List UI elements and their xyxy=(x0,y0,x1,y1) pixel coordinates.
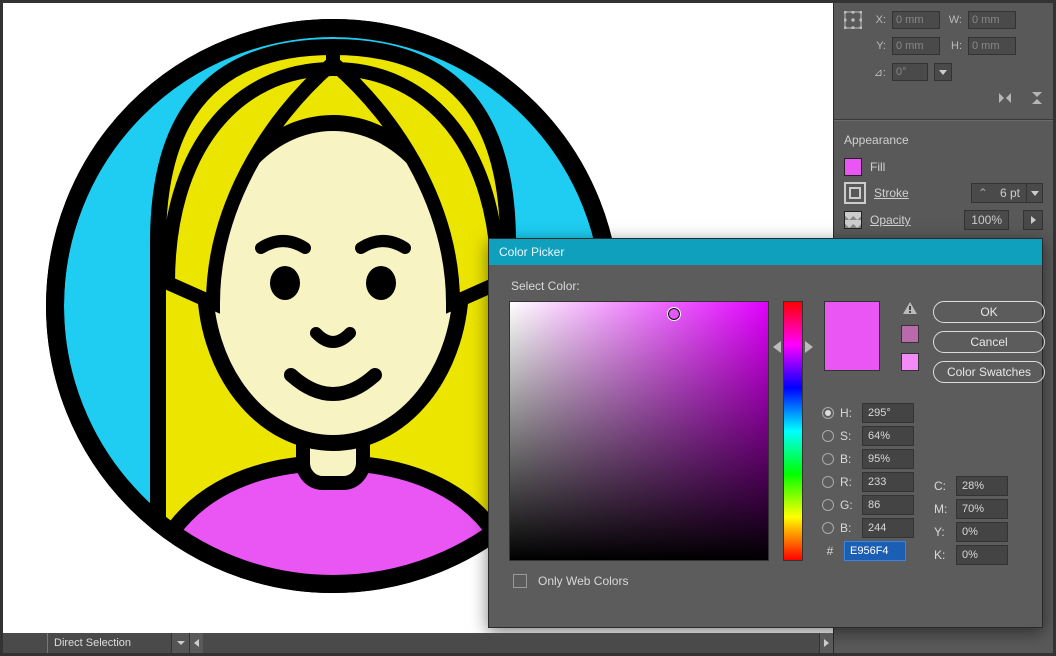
select-color-label: Select Color: xyxy=(511,279,1028,293)
gamut-warning-icon[interactable] xyxy=(902,301,918,315)
y-cmyk-input[interactable]: 0% xyxy=(956,522,1008,542)
reference-point-icon[interactable] xyxy=(842,9,864,31)
g-label: G: xyxy=(840,498,856,512)
sv-cursor-icon xyxy=(668,308,680,320)
s-label: S: xyxy=(840,429,856,443)
m-input[interactable]: 70% xyxy=(956,499,1008,519)
saturation-value-field[interactable] xyxy=(509,301,769,561)
y-cmyk-label: Y: xyxy=(934,525,950,539)
s-input[interactable]: 64% xyxy=(862,426,914,446)
hue-slider[interactable] xyxy=(783,301,803,561)
web-colors-label: Only Web Colors xyxy=(538,574,628,588)
websafe-suggest-swatch[interactable] xyxy=(901,353,919,371)
color-picker-dialog: Color Picker Select Color: Only Web Colo… xyxy=(488,238,1043,628)
b-rgb-input[interactable]: 244 xyxy=(862,518,914,538)
h-radio[interactable] xyxy=(822,407,834,419)
c-input[interactable]: 28% xyxy=(956,476,1008,496)
stroke-weight-input[interactable]: ⌃6 pt xyxy=(971,183,1043,203)
r-radio[interactable] xyxy=(822,476,834,488)
b-hsb-radio[interactable] xyxy=(822,453,834,465)
stroke-weight-value: 6 pt xyxy=(994,186,1026,200)
color-swatches-button[interactable]: Color Swatches xyxy=(933,361,1045,383)
fill-label: Fill xyxy=(870,160,1043,174)
scroll-right-icon[interactable] xyxy=(819,633,833,653)
k-label: K: xyxy=(934,548,950,562)
opacity-value: 100% xyxy=(965,213,1008,227)
w-label: W: xyxy=(946,14,962,26)
web-colors-checkbox[interactable]: Only Web Colors xyxy=(509,571,769,591)
m-label: M: xyxy=(934,502,950,516)
r-label: R: xyxy=(840,475,856,489)
opacity-more-icon[interactable] xyxy=(1023,210,1043,230)
hue-indicator-right-icon xyxy=(805,341,813,353)
hex-label: # xyxy=(822,544,838,558)
status-dropdown-icon[interactable] xyxy=(171,633,189,653)
status-bar: Direct Selection xyxy=(3,633,833,653)
x-input[interactable] xyxy=(892,11,940,29)
fill-row[interactable]: Fill xyxy=(834,155,1053,179)
stroke-row[interactable]: Stroke ⌃6 pt xyxy=(834,179,1053,207)
stroke-label[interactable]: Stroke xyxy=(874,186,963,200)
transform-section: X: W: Y: H: ⊿: xyxy=(834,3,1053,91)
flip-vertical-icon[interactable] xyxy=(1029,91,1045,105)
angle-dropdown[interactable] xyxy=(934,63,952,81)
ok-button[interactable]: OK xyxy=(933,301,1045,323)
stroke-swatch[interactable] xyxy=(844,182,866,204)
scroll-left-icon[interactable] xyxy=(189,633,203,653)
w-input[interactable] xyxy=(968,11,1016,29)
g-radio[interactable] xyxy=(822,499,834,511)
h-label: H: xyxy=(946,40,962,52)
y-label: Y: xyxy=(870,40,886,52)
b-rgb-radio[interactable] xyxy=(822,522,834,534)
hue-indicator-left-icon xyxy=(773,341,781,353)
opacity-input[interactable]: 100% xyxy=(964,210,1009,230)
opacity-row[interactable]: Opacity 100% xyxy=(834,207,1053,233)
b-hsb-label: B: xyxy=(840,452,856,466)
h-label: H: xyxy=(840,406,856,420)
y-input[interactable] xyxy=(892,37,940,55)
dialog-titlebar[interactable]: Color Picker xyxy=(489,239,1042,265)
color-preview xyxy=(824,301,880,371)
cancel-button[interactable]: Cancel xyxy=(933,331,1045,353)
gamut-suggest-swatch[interactable] xyxy=(901,325,919,343)
c-label: C: xyxy=(934,479,950,493)
status-tool[interactable]: Direct Selection xyxy=(47,633,171,653)
opacity-label[interactable]: Opacity xyxy=(870,213,956,227)
x-label: X: xyxy=(870,14,886,26)
h-input[interactable] xyxy=(968,37,1016,55)
fill-swatch[interactable] xyxy=(844,158,862,176)
opacity-swatch-icon xyxy=(844,211,862,229)
b-rgb-label: B: xyxy=(840,521,856,535)
appearance-title: Appearance xyxy=(834,129,1053,155)
h-input[interactable]: 295° xyxy=(862,403,914,423)
s-radio[interactable] xyxy=(822,430,834,442)
dialog-title: Color Picker xyxy=(499,245,564,259)
angle-label: ⊿: xyxy=(870,66,886,79)
hex-input[interactable]: E956F4 xyxy=(844,541,906,561)
g-input[interactable]: 86 xyxy=(862,495,914,515)
k-input[interactable]: 0% xyxy=(956,545,1008,565)
r-input[interactable]: 233 xyxy=(862,472,914,492)
angle-input[interactable] xyxy=(892,63,928,81)
b-hsb-input[interactable]: 95% xyxy=(862,449,914,469)
flip-horizontal-icon[interactable] xyxy=(997,91,1013,105)
